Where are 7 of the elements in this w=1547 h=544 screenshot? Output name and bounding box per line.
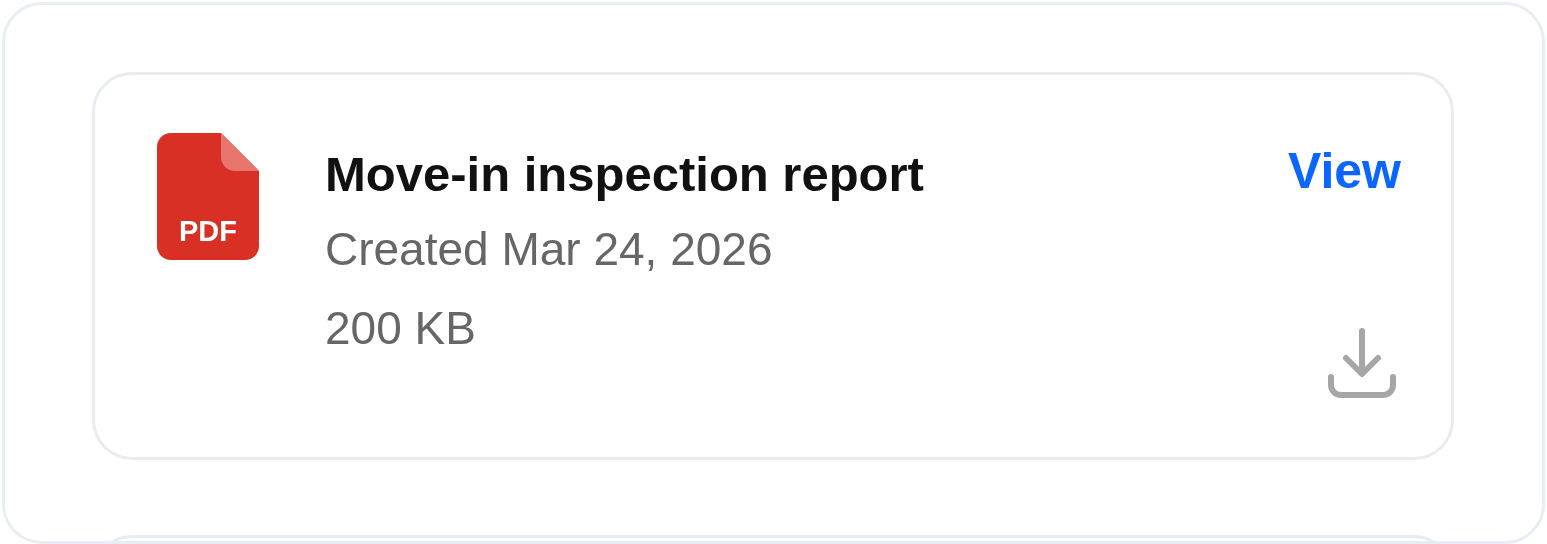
download-icon <box>1327 327 1397 399</box>
download-button[interactable] <box>1327 327 1397 399</box>
pdf-file-icon: PDF <box>157 133 259 260</box>
file-size: 200 KB <box>325 301 477 356</box>
created-date: Created Mar 24, 2026 <box>325 221 774 277</box>
view-link[interactable]: View <box>1287 141 1401 201</box>
document-title: Move-in inspection report <box>325 146 925 203</box>
